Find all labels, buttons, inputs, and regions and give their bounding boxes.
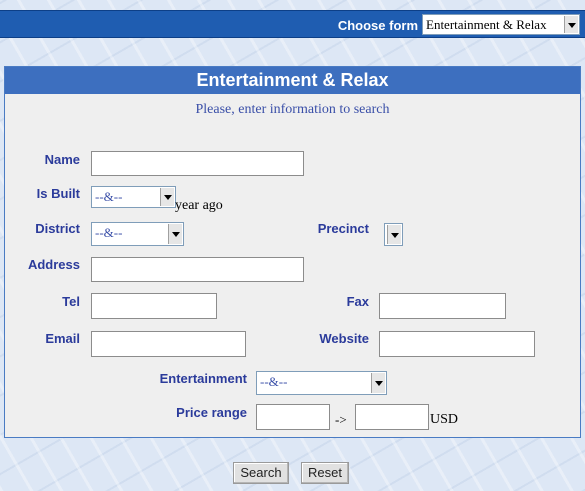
- district-select[interactable]: --&--: [91, 222, 184, 246]
- chevron-down-icon[interactable]: [564, 16, 578, 33]
- entertainment-select[interactable]: --&--: [256, 371, 387, 395]
- email-label: Email: [45, 331, 80, 346]
- fax-label: Fax: [346, 294, 369, 309]
- form-select-value: Entertainment & Relax: [426, 17, 547, 32]
- chevron-down-icon[interactable]: [371, 373, 385, 393]
- chevron-down-icon[interactable]: [160, 188, 174, 206]
- top-bar: Choose form Entertainment & Relax: [0, 10, 585, 38]
- address-label: Address: [27, 257, 80, 272]
- price-arrow: ->: [335, 412, 347, 427]
- chevron-down-icon[interactable]: [387, 225, 401, 244]
- address-input[interactable]: [91, 257, 304, 282]
- panel-subtitle: Please, enter information to search: [195, 102, 390, 117]
- price-range-label: Price range: [176, 405, 247, 420]
- is-built-label: Is Built: [36, 186, 80, 201]
- panel-title: Entertainment & Relax: [5, 67, 580, 94]
- district-value: --&--: [95, 225, 123, 240]
- is-built-value: --&--: [95, 189, 123, 204]
- reset-button[interactable]: Reset: [301, 462, 349, 484]
- precinct-select[interactable]: [384, 223, 403, 246]
- tel-label: Tel: [62, 294, 80, 309]
- name-input[interactable]: [91, 151, 304, 176]
- district-label: District: [35, 221, 80, 236]
- fax-input[interactable]: [379, 293, 506, 319]
- price-unit: USD: [430, 412, 459, 427]
- is-built-select[interactable]: --&--: [91, 186, 176, 208]
- website-label: Website: [319, 331, 369, 346]
- is-built-suffix: year ago: [175, 198, 223, 213]
- email-input[interactable]: [91, 331, 246, 357]
- chevron-down-icon[interactable]: [168, 224, 182, 244]
- search-panel: Entertainment & Relax Please, enter info…: [4, 66, 581, 438]
- form-select[interactable]: Entertainment & Relax: [422, 14, 580, 35]
- search-button[interactable]: Search: [233, 462, 289, 484]
- price-min-input[interactable]: [256, 404, 330, 430]
- price-max-input[interactable]: [355, 404, 429, 430]
- tel-input[interactable]: [91, 293, 217, 319]
- entertainment-value: --&--: [260, 374, 288, 389]
- name-label: Name: [44, 152, 80, 167]
- website-input[interactable]: [379, 331, 535, 357]
- entertainment-label: Entertainment: [159, 371, 247, 386]
- precinct-label: Precinct: [317, 221, 369, 236]
- choose-form-label: Choose form: [337, 18, 418, 33]
